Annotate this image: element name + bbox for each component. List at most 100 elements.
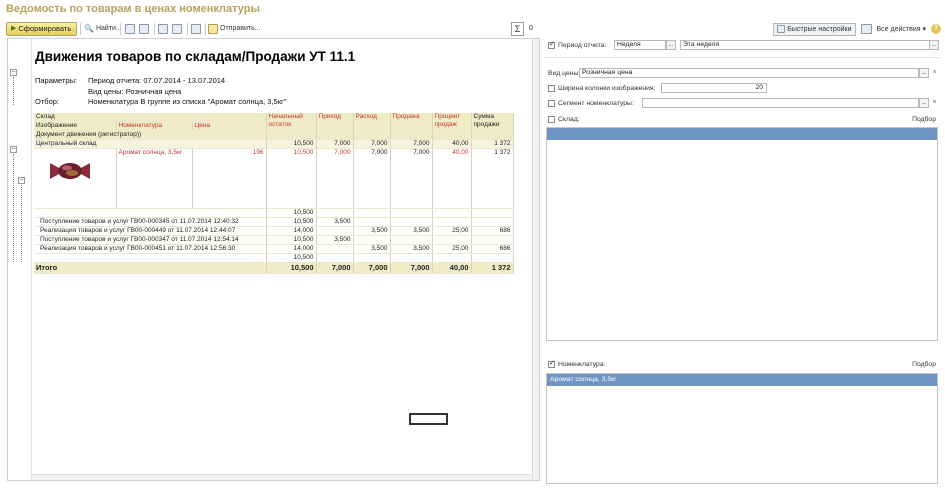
doc-row[interactable]: Реализация товаров и услуг ГВ00-000449 о…: [34, 226, 514, 237]
segment-select-button[interactable]: ...: [919, 98, 929, 108]
doc-row[interactable]: 10,500: [34, 208, 514, 219]
item-row[interactable]: Аромат солнца, 3,5кг 196 10,500 7,000 7,…: [34, 148, 514, 210]
collapse-group-toggle[interactable]: −: [10, 146, 17, 153]
nomenclature-pick-link[interactable]: Подбор: [912, 361, 936, 368]
paste-button[interactable]: [139, 22, 149, 36]
group-name: Центральный склад: [34, 139, 267, 150]
doc-sale: [390, 235, 433, 246]
grouping-gutter: − − −: [8, 39, 32, 480]
doc-sale: 3,500: [390, 226, 433, 237]
period-kind-field[interactable]: Неделя: [614, 40, 666, 50]
all-actions-menu[interactable]: Все действия ▾: [877, 25, 926, 33]
image-width-field[interactable]: 20: [661, 83, 767, 93]
item-name: Аромат солнца, 3,5кг: [116, 148, 193, 210]
toolbar-separator: [120, 23, 121, 35]
period-checkbox[interactable]: [548, 40, 555, 49]
copy-button[interactable]: [125, 22, 135, 36]
group-expense: 7,000: [353, 139, 391, 150]
doc-expense: [353, 235, 391, 246]
doc-row[interactable]: Поступление товаров и услуг ГВ00-000347 …: [34, 235, 514, 246]
send-button-label: Отправить...: [220, 25, 261, 32]
period-kind-select-button[interactable]: ...: [666, 40, 676, 50]
total-percent: 40,00: [432, 262, 472, 275]
group-sale: 7,000: [390, 139, 433, 150]
table-settings-icon[interactable]: [860, 24, 872, 34]
sum-button[interactable]: Σ: [511, 22, 524, 36]
group-row[interactable]: Центральный склад 10,500 7,000 7,000 7,0…: [34, 139, 514, 150]
group-opening: 10,500: [266, 139, 317, 150]
doc-name: Реализация товаров и услуг ГВ00-000449 о…: [34, 226, 267, 237]
warehouse-checkbox[interactable]: [548, 116, 555, 123]
item-image-cell: [34, 148, 117, 210]
collapse-item-toggle[interactable]: −: [18, 177, 25, 184]
doc-row[interactable]: 10,500: [34, 253, 514, 264]
preview-button[interactable]: [172, 22, 182, 36]
floppy-icon: [191, 24, 201, 34]
toolbar-separator: [154, 23, 155, 35]
doc-percent: 25,00: [432, 226, 472, 237]
copy-icon: [125, 24, 135, 34]
nomenclature-list[interactable]: Аромат солнца, 3,5кг: [546, 373, 938, 484]
total-opening: 10,500: [266, 262, 317, 275]
segment-checkbox[interactable]: [548, 100, 555, 107]
nomenclature-checkbox[interactable]: [548, 359, 555, 368]
group-percent: 40,00: [432, 139, 472, 150]
doc-sum: [471, 253, 514, 264]
envelope-icon: [208, 24, 218, 34]
find-button[interactable]: 🔍 Найти...: [84, 22, 122, 36]
price-type-label: Вид цены:: [548, 70, 581, 77]
doc-opening: 10,500: [266, 253, 317, 264]
print-button[interactable]: [158, 22, 168, 36]
doc-income: [316, 244, 354, 255]
total-income: 7,000: [316, 262, 354, 275]
report-table: Склад Начальный остаток Приход Расход Пр…: [34, 113, 514, 275]
nomenclature-label: Номенклатура:: [558, 361, 606, 368]
printer-icon: [158, 24, 168, 34]
doc-row[interactable]: Поступление товаров и услуг ГВ00-000345 …: [34, 217, 514, 228]
doc-sum: 686: [471, 244, 514, 255]
doc-row[interactable]: Реализация товаров и услуг ГВ00-000451 о…: [34, 244, 514, 255]
quick-settings-label: Быстрые настройки: [787, 25, 852, 33]
settings-panel: Период отчета: Неделя ... Эта неделя ...…: [545, 38, 940, 485]
doc-percent: [432, 253, 472, 264]
warehouse-label: Склад:: [558, 116, 580, 123]
doc-percent: [432, 217, 472, 228]
segment-field[interactable]: [642, 98, 919, 108]
warehouse-list[interactable]: [546, 127, 938, 341]
total-row[interactable]: Итого 10,500 7,000 7,000 7,000 40,00 1 3…: [34, 262, 514, 275]
doc-percent: 25,00: [432, 244, 472, 255]
save-button[interactable]: [191, 22, 201, 36]
report-area[interactable]: − − − Движения товаров по складам/Продаж…: [7, 38, 540, 481]
period-value-select-button[interactable]: ...: [929, 40, 939, 50]
vertical-scrollbar[interactable]: [532, 39, 539, 480]
doc-expense: [353, 208, 391, 219]
price-type-field[interactable]: Розничная цена: [579, 68, 919, 78]
image-width-checkbox[interactable]: [548, 85, 555, 92]
nomenclature-list-item[interactable]: Аромат солнца, 3,5кг: [547, 374, 937, 386]
help-icon[interactable]: ?: [931, 24, 941, 34]
price-type-select-button[interactable]: ...: [919, 68, 929, 78]
doc-expense: 3,500: [353, 244, 391, 255]
group-line: [13, 77, 14, 105]
col-document: Документ движения (регистратор)): [34, 130, 267, 141]
doc-name: Реализация товаров и услуг ГВ00-000451 о…: [34, 244, 267, 255]
window-title: Ведомость по товарам в ценах номенклатур…: [6, 3, 260, 15]
col-image: Изображение: [34, 121, 117, 132]
price-type-clear-icon[interactable]: ×: [930, 68, 939, 78]
horizontal-scrollbar[interactable]: [32, 474, 532, 480]
quick-settings-button[interactable]: Быстрые настройки: [773, 22, 856, 36]
generate-button[interactable]: ▶ Сформировать: [6, 22, 78, 36]
send-button[interactable]: Отправить...: [208, 22, 261, 36]
doc-sale: [390, 217, 433, 228]
doc-expense: [353, 253, 391, 264]
warehouse-pick-link[interactable]: Подбор: [912, 116, 936, 123]
period-value-field[interactable]: Эта неделя: [680, 40, 930, 50]
col-percent: Процент продаж: [432, 113, 472, 141]
collapse-params-toggle[interactable]: −: [10, 69, 17, 76]
doc-income: 3,500: [316, 217, 354, 228]
params-period: Период отчета: 07.07.2014 - 13.07.2014: [88, 76, 226, 85]
divider: [545, 57, 940, 58]
paste-icon: [139, 24, 149, 34]
warehouse-list-selected-row[interactable]: [547, 128, 937, 140]
segment-clear-icon[interactable]: ×: [930, 98, 939, 108]
